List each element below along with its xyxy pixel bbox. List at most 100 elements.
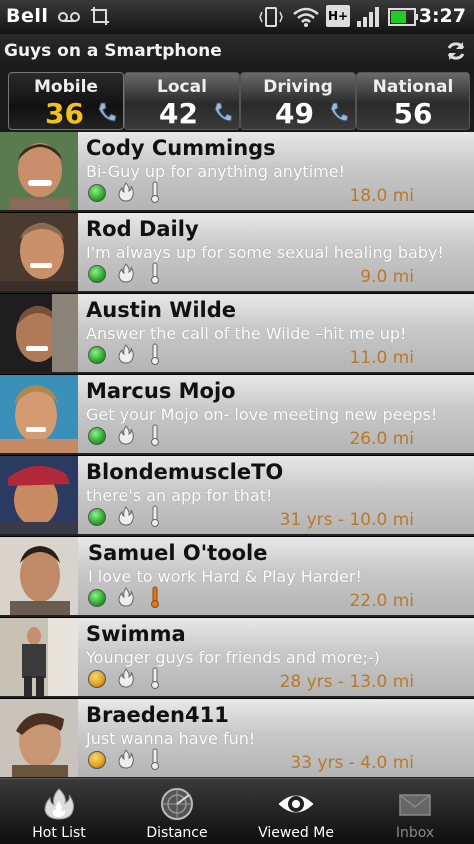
eye-icon — [278, 787, 314, 821]
tab-label: Mobile — [34, 77, 98, 97]
phone-icon — [213, 101, 233, 123]
app-title-bar: Guys on a Smartphone — [0, 34, 474, 69]
profile-distance: 28 yrs - 13.0 mi — [279, 672, 414, 692]
radar-icon — [159, 787, 195, 821]
network-badge: H+ — [326, 5, 350, 27]
profile-name: Marcus Mojo — [86, 379, 236, 403]
voicemail-icon — [58, 9, 80, 27]
profile-distance: 18.0 mi — [349, 186, 414, 206]
flame-icon — [118, 182, 134, 202]
wifi-icon — [292, 6, 320, 32]
profile-row-marcus-mojo[interactable]: Marcus Mojo Get your Mojo on- love meeti… — [0, 375, 474, 455]
online-status-icon — [88, 508, 106, 526]
tab-count: 56 — [393, 97, 433, 130]
thermometer-icon — [150, 667, 160, 689]
profile-distance: 31 yrs - 10.0 mi — [279, 510, 414, 530]
online-status-icon — [88, 589, 106, 607]
online-status-icon — [88, 184, 106, 202]
nav-distance[interactable]: Distance — [118, 779, 236, 844]
profile-distance: 9.0 mi — [360, 267, 414, 287]
vibrate-icon — [258, 6, 284, 32]
flame-icon — [118, 263, 134, 283]
avatar — [0, 294, 78, 372]
thermometer-icon — [150, 505, 160, 527]
away-status-icon — [88, 670, 106, 688]
avatar — [0, 375, 78, 453]
profile-tagline: Younger guys for friends and more;-) — [86, 648, 380, 667]
thermometer-icon — [150, 181, 160, 203]
refresh-icon[interactable] — [445, 40, 467, 62]
nav-viewed-me[interactable]: Viewed Me — [237, 779, 355, 844]
profile-name: Swimma — [86, 622, 186, 646]
thermometer-icon — [150, 262, 160, 284]
profile-tagline: I love to work Hard & Play Harder! — [88, 567, 362, 586]
category-tabs: Mobile 36 Local 42 Driving 49 National 5… — [0, 68, 474, 132]
nav-label: Viewed Me — [258, 825, 334, 841]
phone-icon — [97, 101, 117, 123]
profile-name: Austin Wilde — [86, 298, 237, 322]
profile-name: Rod Daily — [86, 217, 199, 241]
tab-driving[interactable]: Driving 49 — [240, 72, 356, 130]
profile-row-blondemuscleto[interactable]: BlondemuscleTO there's an app for that! … — [0, 456, 474, 536]
profile-row-braeden411[interactable]: Braeden411 Just wanna have fun! 33 yrs -… — [0, 699, 474, 778]
avatar — [0, 456, 78, 534]
app-title: Guys on a Smartphone — [4, 41, 222, 61]
tab-label: Driving — [263, 77, 333, 97]
profile-distance: 11.0 mi — [349, 348, 414, 368]
thermometer-icon — [150, 424, 160, 446]
profile-tagline: Just wanna have fun! — [86, 729, 256, 748]
online-status-icon — [88, 346, 106, 364]
profile-list: Cody Cummings Bi-Guy up for anything any… — [0, 132, 474, 778]
flame-icon — [118, 506, 134, 526]
tab-national[interactable]: National 56 — [356, 72, 470, 130]
battery-icon — [388, 7, 420, 31]
profile-tagline: Get your Mojo on- love meeting new peeps… — [86, 405, 438, 424]
flame-icon — [118, 749, 134, 769]
flame-icon — [118, 344, 134, 364]
away-status-icon — [88, 751, 106, 769]
nav-inbox[interactable]: Inbox — [356, 779, 474, 844]
carrier-name: Bell — [6, 5, 49, 27]
profile-name: BlondemuscleTO — [86, 460, 284, 484]
online-status-icon — [88, 265, 106, 283]
profile-distance: 22.0 mi — [349, 591, 414, 611]
profile-name: Samuel O'toole — [88, 541, 268, 565]
avatar — [0, 537, 78, 615]
thermometer-icon — [150, 586, 160, 608]
flame-icon — [118, 587, 134, 607]
profile-tagline: Bi-Guy up for anything anytime! — [86, 162, 345, 181]
bottom-navigation: Hot List Distance Viewed Me Inbox — [0, 778, 474, 844]
nav-label: Distance — [146, 825, 208, 841]
signal-icon — [356, 6, 382, 32]
nav-label: Hot List — [32, 825, 86, 841]
profile-row-swimma[interactable]: Swimma Younger guys for friends and more… — [0, 618, 474, 698]
avatar — [0, 699, 78, 777]
tab-local[interactable]: Local 42 — [124, 72, 240, 130]
profile-tagline: there's an app for that! — [86, 486, 273, 505]
avatar — [0, 213, 78, 291]
flame-icon — [41, 787, 77, 821]
screenshot-icon — [90, 6, 110, 30]
profile-row-cody-cummings[interactable]: Cody Cummings Bi-Guy up for anything any… — [0, 132, 474, 212]
status-bar: Bell H+ 3:27 — [0, 0, 474, 34]
flame-icon — [118, 425, 134, 445]
profile-row-samuel-otoole[interactable]: Samuel O'toole I love to work Hard & Pla… — [0, 537, 474, 617]
profile-tagline: Answer the call of the Wilde –hit me up! — [86, 324, 407, 343]
online-status-icon — [88, 427, 106, 445]
nav-label: Inbox — [395, 825, 435, 841]
clock: 3:27 — [418, 5, 466, 27]
profile-name: Cody Cummings — [86, 136, 276, 160]
tab-label: National — [372, 77, 454, 97]
flame-icon — [118, 668, 134, 688]
profile-distance: 26.0 mi — [349, 429, 414, 449]
profile-row-rod-daily[interactable]: Rod Daily I'm always up for some sexual … — [0, 213, 474, 293]
tab-mobile[interactable]: Mobile 36 — [8, 72, 124, 130]
thermometer-icon — [150, 748, 160, 770]
profile-tagline: I'm always up for some sexual healing ba… — [86, 243, 444, 262]
profile-row-austin-wilde[interactable]: Austin Wilde Answer the call of the Wild… — [0, 294, 474, 374]
thermometer-icon — [150, 343, 160, 365]
avatar — [0, 132, 78, 210]
profile-name: Braeden411 — [86, 703, 229, 727]
nav-hot-list[interactable]: Hot List — [0, 779, 118, 844]
profile-distance: 33 yrs - 4.0 mi — [290, 753, 414, 773]
